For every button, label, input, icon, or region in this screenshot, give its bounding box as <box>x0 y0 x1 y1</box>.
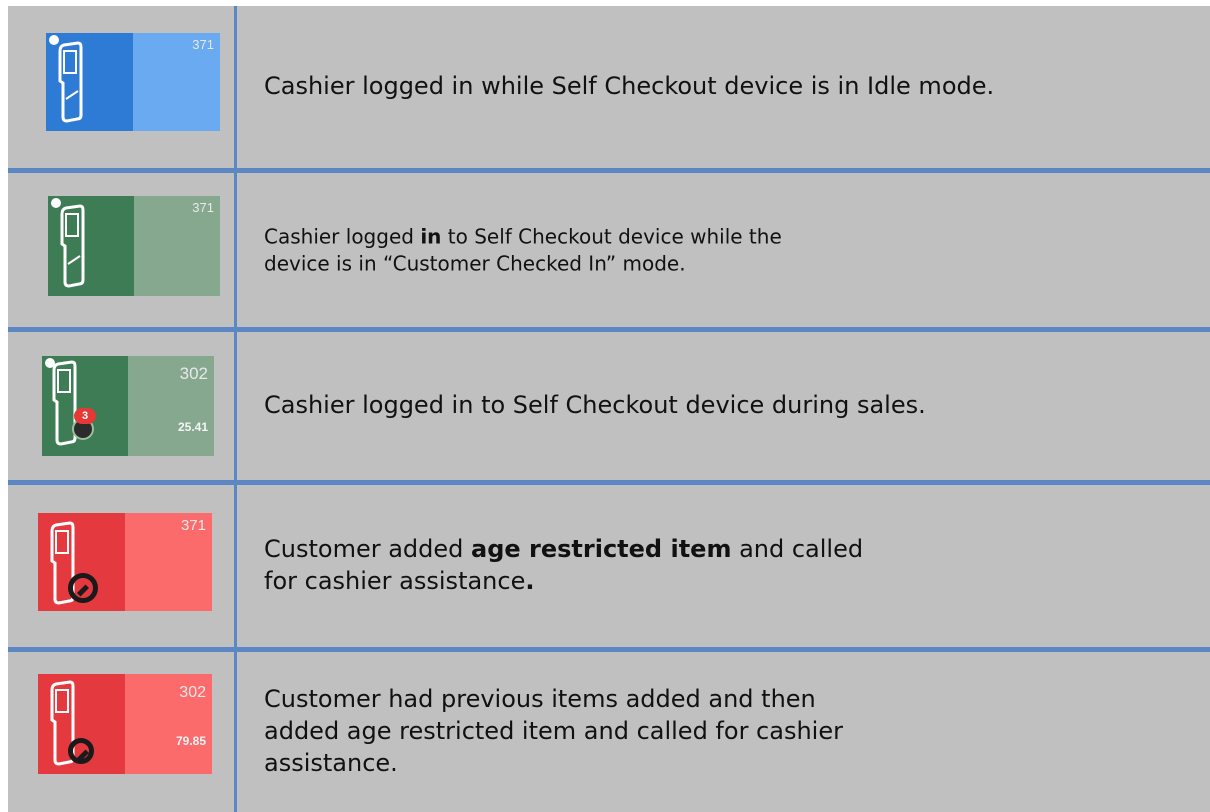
device-tile-age-restricted-with-items: 302 79.85 <box>38 674 212 774</box>
legend-row-sale: 3 302 25.41 Cashier logged in to Self Ch… <box>8 332 1210 480</box>
device-tile-age-restricted: 371 <box>38 513 212 611</box>
row-description: Customer added age restricted item and c… <box>264 535 864 595</box>
blocked-icon <box>68 738 94 764</box>
device-number: 302 <box>179 684 206 701</box>
column-divider <box>234 6 237 812</box>
device-tile-sale: 3 302 25.41 <box>42 356 214 456</box>
legend-row-age-restricted: 371 Customer added age restricted item a… <box>8 485 1210 647</box>
row-description: Customer had previous items added and th… <box>264 685 843 777</box>
device-number: 302 <box>179 364 208 383</box>
legend-row-customer-checked-in: 371 Cashier logged in to Self Checkout d… <box>8 173 1210 327</box>
row-description: Cashier logged in to Self Checkout devic… <box>264 224 782 275</box>
item-count-badge: 3 <box>74 408 96 424</box>
legend-row-age-restricted-with-items: 302 79.85 Customer had previous items ad… <box>8 652 1210 812</box>
device-tile-idle: 371 <box>46 33 220 131</box>
legend-row-idle: 371 Cashier logged in while Self Checkou… <box>8 6 1210 168</box>
row-description: Cashier logged in to Self Checkout devic… <box>264 391 926 420</box>
kiosk-icon <box>58 41 83 123</box>
legend-table: 371 Cashier logged in while Self Checkou… <box>8 6 1210 812</box>
sale-amount: 25.41 <box>177 420 208 434</box>
row-description: Cashier logged in while Self Checkout de… <box>264 72 995 101</box>
sale-amount: 79.85 <box>175 734 206 748</box>
kiosk-icon <box>60 204 85 288</box>
device-number: 371 <box>180 517 206 534</box>
device-number: 371 <box>192 37 214 52</box>
device-tile-customer-checked-in: 371 <box>48 196 220 296</box>
blocked-icon <box>68 573 98 603</box>
device-number: 371 <box>192 200 214 215</box>
